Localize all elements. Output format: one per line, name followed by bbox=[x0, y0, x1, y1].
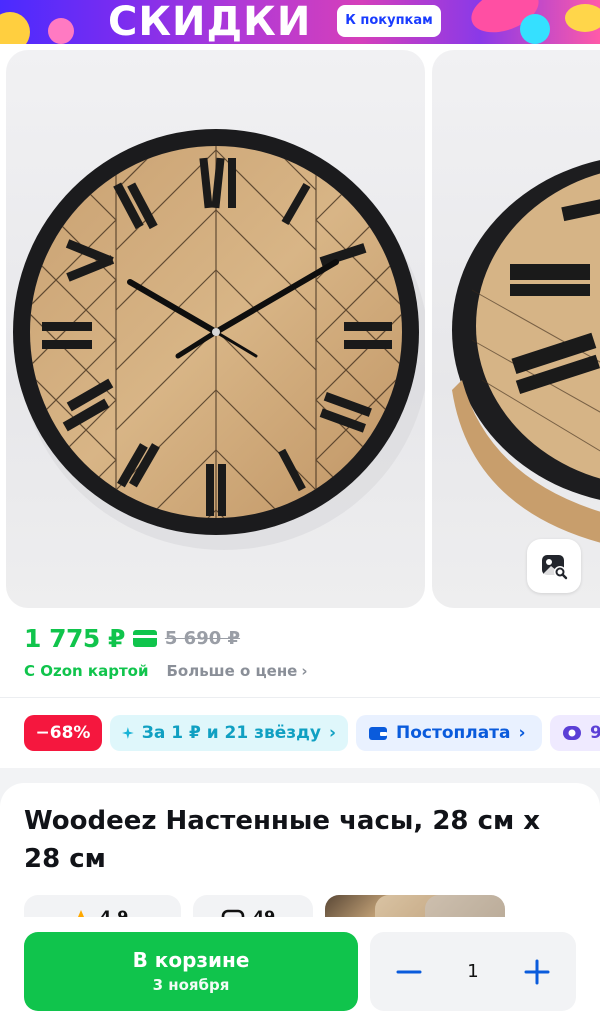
quantity-value: 1 bbox=[467, 961, 479, 982]
decor-blob bbox=[565, 4, 600, 32]
discount-badge[interactable]: −68% bbox=[24, 715, 102, 751]
star-sparkle-icon bbox=[122, 727, 134, 739]
promo-banner[interactable]: СКИДКИ К покупкам bbox=[0, 0, 600, 44]
in-cart-button[interactable]: В корзине 3 ноября bbox=[24, 932, 358, 1011]
product-photo-second[interactable] bbox=[432, 50, 600, 608]
product-gallery[interactable] bbox=[0, 44, 600, 614]
ozon-card-icon bbox=[132, 629, 157, 647]
discount-label: −68% bbox=[35, 723, 91, 743]
to-purchases-button[interactable]: К покупкам bbox=[337, 5, 441, 37]
cart-button-title: В корзине bbox=[132, 948, 250, 972]
decrease-quantity-button[interactable] bbox=[374, 932, 444, 1011]
plus-icon bbox=[524, 959, 550, 984]
offer-chips: −68% За 1 ₽ и 21 звёзду › Постоплата › 9 bbox=[24, 715, 600, 751]
minus-icon bbox=[396, 970, 422, 973]
increase-quantity-button[interactable] bbox=[502, 932, 572, 1011]
product-title: Woodeez Настенные часы, 28 см х 28 см bbox=[24, 806, 541, 874]
subscription-chip[interactable]: 9 bbox=[550, 715, 600, 751]
decor-blob bbox=[0, 12, 30, 44]
ozon-card-label: С Ozon картой bbox=[24, 662, 149, 680]
divider bbox=[0, 697, 600, 698]
product-photo-main[interactable] bbox=[6, 50, 425, 608]
price-block: 1 775 ₽ 5 690 ₽ С Ozon картой Больше о ц… bbox=[24, 622, 584, 681]
decor-blob bbox=[48, 18, 74, 44]
clock-image bbox=[13, 129, 425, 550]
clock-closeup-image bbox=[452, 160, 600, 543]
subscription-label: 9 bbox=[590, 723, 600, 743]
chevron-right-icon: › bbox=[328, 723, 336, 743]
postpay-label: Постоплата bbox=[396, 723, 511, 743]
chevron-right-icon: › bbox=[301, 662, 308, 680]
visual-search-button[interactable] bbox=[527, 539, 581, 593]
subscription-icon bbox=[563, 726, 581, 740]
image-search-icon bbox=[542, 555, 568, 580]
stars-offer-label: За 1 ₽ и 21 звёзду bbox=[141, 723, 321, 743]
more-about-price-label: Больше о цене bbox=[166, 662, 298, 680]
price-current: 1 775 ₽ bbox=[24, 623, 125, 653]
decor-blob bbox=[520, 14, 550, 44]
more-about-price-link[interactable]: Больше о цене › bbox=[166, 662, 307, 680]
postpay-chip[interactable]: Постоплата › bbox=[356, 715, 542, 751]
delivery-date: 3 ноября bbox=[152, 976, 230, 994]
price-old: 5 690 ₽ bbox=[164, 627, 241, 649]
wallet-icon bbox=[369, 727, 387, 740]
quantity-stepper[interactable]: 1 bbox=[370, 932, 576, 1011]
chevron-right-icon: › bbox=[518, 723, 526, 743]
stars-offer-chip[interactable]: За 1 ₽ и 21 звёзду › bbox=[110, 715, 348, 751]
banner-title: СКИДКИ bbox=[108, 0, 312, 44]
